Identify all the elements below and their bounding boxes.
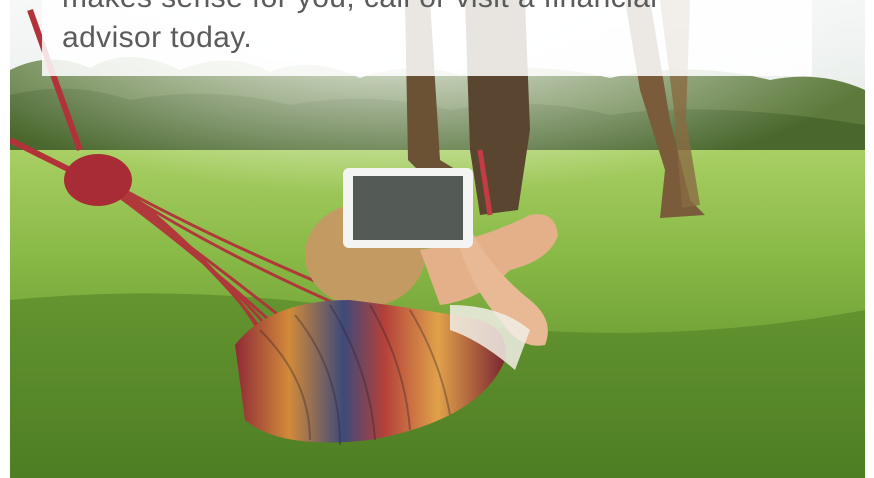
tablet-screen (353, 176, 463, 240)
hammock-knot (64, 154, 132, 206)
caption-text: makes sense for you, call or visit a fin… (62, 0, 657, 54)
ad-canvas: makes sense for you, call or visit a fin… (0, 0, 874, 478)
